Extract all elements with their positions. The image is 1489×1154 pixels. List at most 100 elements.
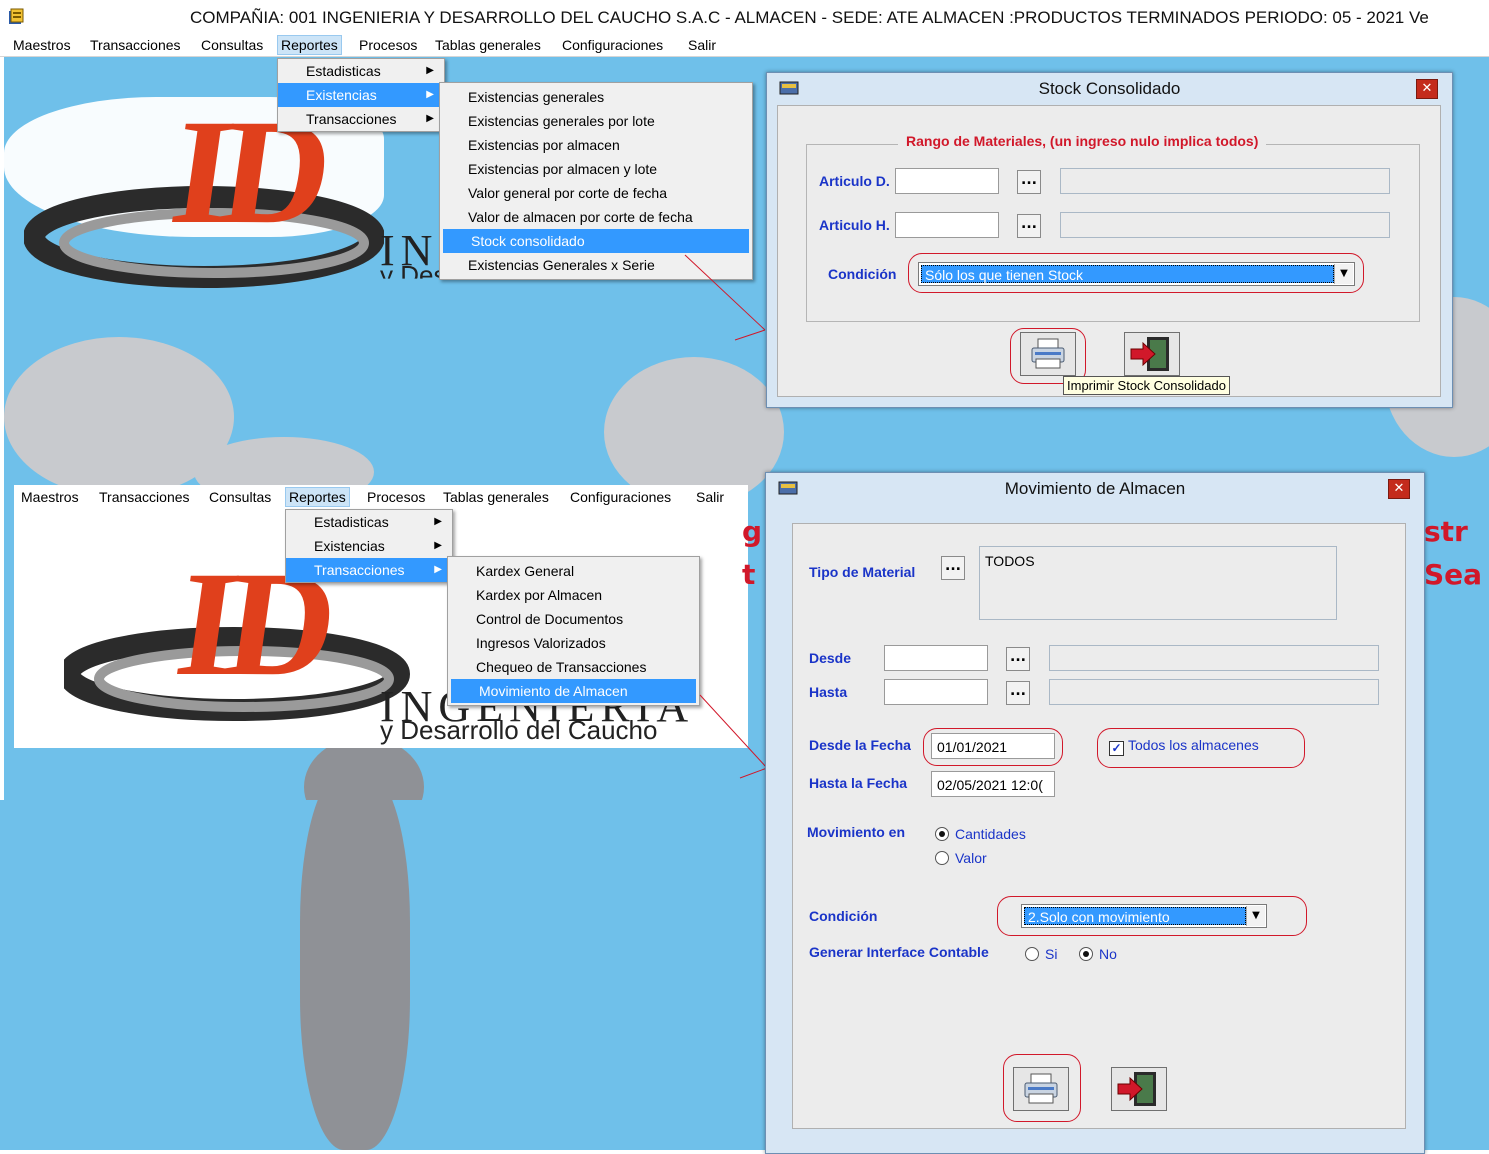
menu-configuraciones[interactable]: Configuraciones bbox=[559, 36, 666, 54]
submenu-ingresos-valorizados[interactable]: Ingresos Valorizados bbox=[448, 631, 699, 655]
menu-item-label: Estadisticas bbox=[314, 514, 389, 530]
stock-consolidado-dialog: Stock Consolidado ✕ Rango de Materiales,… bbox=[766, 72, 1453, 408]
radio-label: Valor bbox=[955, 850, 987, 866]
submenu-valor-almacen-corte[interactable]: Valor de almacen por corte de fecha bbox=[440, 205, 752, 229]
background-text-fragment: Sea bbox=[1424, 558, 1483, 591]
submenu-kardex-general[interactable]: Kardex General bbox=[448, 559, 699, 583]
tipo-material-label: Tipo de Material bbox=[809, 564, 916, 580]
articulo-h-lookup-button[interactable]: ... bbox=[1017, 214, 1041, 238]
highlight-ring bbox=[923, 728, 1063, 766]
desde-label: Desde bbox=[809, 650, 852, 666]
articulo-d-lookup-button[interactable]: ... bbox=[1017, 170, 1041, 194]
menu-tablas-generales[interactable]: Tablas generales bbox=[440, 488, 552, 506]
submenu-existencias-almacen[interactable]: Existencias por almacen bbox=[440, 133, 752, 157]
articulo-d-description bbox=[1060, 168, 1390, 194]
articulo-h-description bbox=[1060, 212, 1390, 238]
hasta-description bbox=[1049, 679, 1379, 705]
radio-si[interactable]: Si bbox=[1025, 946, 1057, 962]
chevron-right-icon: ▶ bbox=[426, 113, 434, 124]
radio-icon bbox=[1025, 947, 1039, 961]
close-icon[interactable]: ✕ bbox=[1416, 79, 1438, 99]
menu-procesos[interactable]: Procesos bbox=[356, 36, 420, 54]
hasta-lookup-button[interactable]: ... bbox=[1006, 681, 1030, 705]
window-title: COMPAÑIA: 001 INGENIERIA Y DESARROLLO DE… bbox=[190, 8, 1429, 27]
interface-contable-label: Generar Interface Contable bbox=[809, 944, 989, 960]
desde-input[interactable] bbox=[884, 645, 988, 671]
background-text-fragment: g bbox=[742, 515, 763, 548]
menu-salir[interactable]: Salir bbox=[693, 488, 727, 506]
main-menubar: Maestros Transacciones Consultas Reporte… bbox=[0, 34, 1489, 57]
menu-item-existencias[interactable]: Existencias ▶ bbox=[286, 534, 452, 558]
menu-item-existencias[interactable]: Existencias ▶ bbox=[278, 83, 444, 107]
menu-consultas[interactable]: Consultas bbox=[198, 36, 266, 54]
dialog-title: Movimiento de Almacen bbox=[1004, 479, 1186, 498]
radio-valor[interactable]: Valor bbox=[935, 850, 987, 866]
submenu-valor-general-corte[interactable]: Valor general por corte de fecha bbox=[440, 181, 752, 205]
menu-salir[interactable]: Salir bbox=[685, 36, 719, 54]
submenu-existencias-almacen-lote[interactable]: Existencias por almacen y lote bbox=[440, 157, 752, 181]
desde-lookup-button[interactable]: ... bbox=[1006, 647, 1030, 671]
menu-transacciones[interactable]: Transacciones bbox=[96, 488, 193, 506]
transacciones-submenu: Kardex General Kardex por Almacen Contro… bbox=[447, 556, 700, 706]
articulo-h-input[interactable] bbox=[895, 212, 999, 238]
menu-maestros[interactable]: Maestros bbox=[18, 488, 82, 506]
menu-item-transacciones[interactable]: Transacciones ▶ bbox=[286, 558, 452, 582]
menu-configuraciones[interactable]: Configuraciones bbox=[567, 488, 674, 506]
menu-reportes[interactable]: Reportes bbox=[285, 487, 350, 507]
background-text-fragment: t bbox=[742, 558, 756, 591]
dialog-client-area: Rango de Materiales, (un ingreso nulo im… bbox=[777, 105, 1441, 397]
menu-item-label: Existencias bbox=[314, 538, 385, 554]
window-title-bar: COMPAÑIA: 001 INGENIERIA Y DESARROLLO DE… bbox=[0, 0, 1489, 34]
submenu-existencias-generales-lote[interactable]: Existencias generales por lote bbox=[440, 109, 752, 133]
hasta-input[interactable] bbox=[884, 679, 988, 705]
menu-reportes[interactable]: Reportes bbox=[277, 35, 342, 55]
menu-item-estadisticas[interactable]: Estadisticas ▶ bbox=[278, 59, 444, 83]
submenu-chequeo-transacciones[interactable]: Chequeo de Transacciones bbox=[448, 655, 699, 679]
menu-procesos[interactable]: Procesos bbox=[364, 488, 428, 506]
chevron-right-icon: ▶ bbox=[426, 65, 434, 76]
articulo-d-label: Articulo D. bbox=[819, 173, 890, 189]
articulo-h-label: Articulo H. bbox=[819, 217, 890, 233]
exit-button[interactable] bbox=[1124, 332, 1180, 376]
dialog-title: Stock Consolidado bbox=[1038, 79, 1181, 98]
submenu-existencias-generales[interactable]: Existencias generales bbox=[440, 85, 752, 109]
radio-selected-icon bbox=[935, 827, 949, 841]
menu-item-label: Estadisticas bbox=[306, 63, 381, 79]
app-icon[interactable] bbox=[8, 8, 26, 26]
chevron-right-icon: ▶ bbox=[434, 516, 442, 527]
menu-item-label: Transacciones bbox=[306, 111, 397, 127]
submenu-kardex-almacen[interactable]: Kardex por Almacen bbox=[448, 583, 699, 607]
menu-item-transacciones[interactable]: Transacciones ▶ bbox=[278, 107, 444, 131]
dialog-client-area: Tipo de Material ... TODOS Desde ... Has… bbox=[792, 523, 1406, 1129]
hasta-fecha-input[interactable]: 02/05/2021 12:0( bbox=[931, 771, 1055, 797]
hasta-fecha-label: Hasta la Fecha bbox=[809, 775, 908, 791]
tipo-material-value: TODOS bbox=[979, 546, 1337, 620]
submenu-movimiento-almacen[interactable]: Movimiento de Almacen bbox=[451, 679, 696, 703]
menu-item-label: Transacciones bbox=[314, 562, 405, 578]
menu-maestros[interactable]: Maestros bbox=[10, 36, 74, 54]
chevron-right-icon: ▶ bbox=[434, 564, 442, 575]
radio-no[interactable]: No bbox=[1079, 946, 1117, 962]
menu-tablas-generales[interactable]: Tablas generales bbox=[432, 36, 544, 54]
submenu-control-documentos[interactable]: Control de Documentos bbox=[448, 607, 699, 631]
menu-item-estadisticas[interactable]: Estadisticas ▶ bbox=[286, 510, 452, 534]
tipo-material-lookup-button[interactable]: ... bbox=[941, 556, 965, 580]
radio-label: Cantidades bbox=[955, 826, 1026, 842]
chevron-right-icon: ▶ bbox=[434, 540, 442, 551]
highlight-ring bbox=[1097, 728, 1305, 768]
exit-button[interactable] bbox=[1111, 1067, 1167, 1111]
annotation-arrow-top bbox=[684, 254, 766, 341]
hasta-label: Hasta bbox=[809, 684, 848, 700]
menu-item-label: Existencias bbox=[306, 87, 377, 103]
menu-consultas[interactable]: Consultas bbox=[206, 488, 274, 506]
radio-cantidades[interactable]: Cantidades bbox=[935, 826, 1026, 842]
radio-label: No bbox=[1099, 946, 1117, 962]
desde-description bbox=[1049, 645, 1379, 671]
close-icon[interactable]: ✕ bbox=[1388, 479, 1410, 499]
movimiento-almacen-dialog: Movimiento de Almacen ✕ Tipo de Material… bbox=[765, 472, 1425, 1154]
menu-transacciones[interactable]: Transacciones bbox=[87, 36, 184, 54]
reportes-menu-top: Estadisticas ▶ Existencias ▶ Transacciones… bbox=[277, 58, 445, 132]
dialog-title-bar: Movimiento de Almacen ✕ bbox=[766, 473, 1424, 503]
exit-door-icon bbox=[1117, 1072, 1156, 1106]
articulo-d-input[interactable] bbox=[895, 168, 999, 194]
